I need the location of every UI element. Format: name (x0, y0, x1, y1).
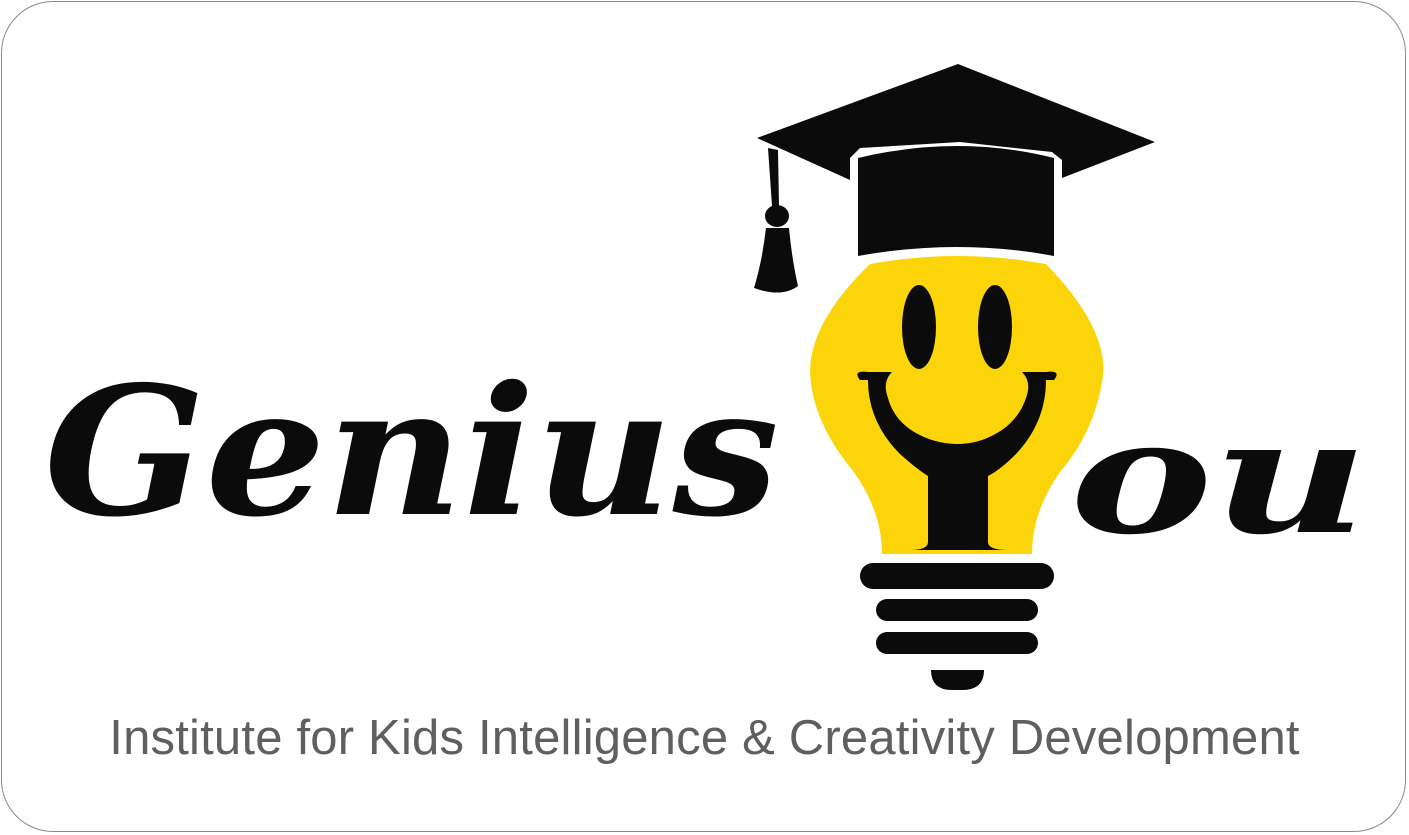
logo-artwork: Genius ou (44, 64, 1368, 690)
logo-tagline: Institute for Kids Intelligence & Creati… (109, 711, 1300, 765)
logo-word-genius: Genius (44, 347, 779, 556)
logo-card: Genius ou Institute for Kids Intelligenc… (1, 1, 1406, 832)
logo-word-ou: ou (1070, 385, 1368, 570)
